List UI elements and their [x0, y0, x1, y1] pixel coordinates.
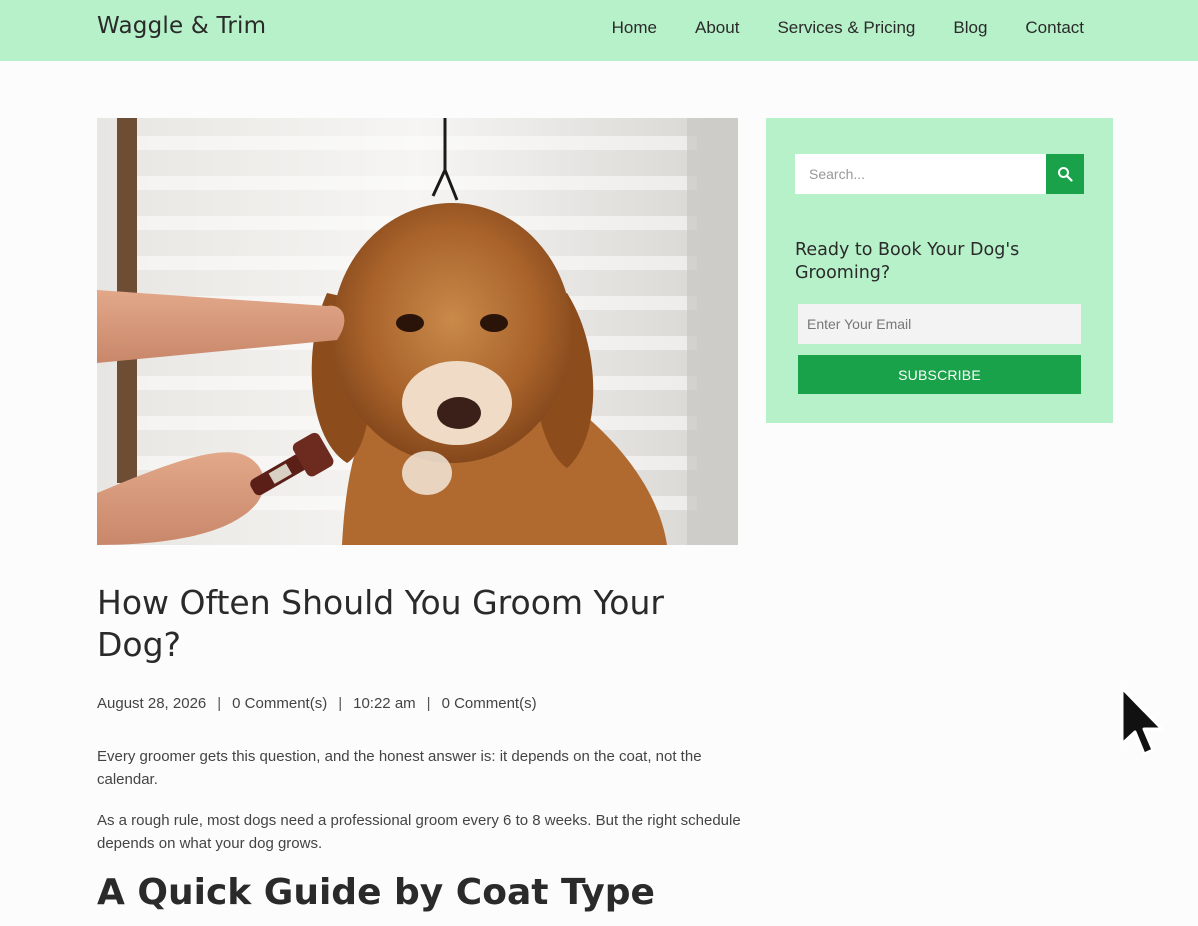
post-comments-link[interactable]: 0 Comment(s) [232, 695, 327, 712]
featured-image-dog-grooming [97, 118, 738, 545]
nav-about[interactable]: About [695, 18, 739, 38]
nav-home[interactable]: Home [612, 18, 657, 38]
nav-services-pricing[interactable]: Services & Pricing [777, 18, 915, 38]
post-paragraph: As a rough rule, most dogs need a profes… [97, 812, 741, 852]
post-date: August 28, 2026 [97, 695, 207, 712]
meta-separator: | [426, 695, 431, 712]
booking-heading: Ready to Book Your Dog's Grooming? [795, 240, 1020, 283]
search-input[interactable] [795, 154, 1047, 194]
main-nav: Home About Services & Pricing Blog Conta… [612, 18, 1084, 38]
subscribe-button[interactable]: SUBSCRIBE [798, 355, 1081, 394]
mouse-pointer-icon [1120, 686, 1164, 756]
nav-contact[interactable]: Contact [1025, 18, 1084, 38]
post-comments-link[interactable]: 0 Comment(s) [442, 695, 537, 712]
site-header: Waggle & Trim Home About Services & Pric… [0, 0, 1198, 61]
post-paragraph: Every groomer gets this question, and th… [97, 748, 702, 788]
site-logo[interactable]: Waggle & Trim [97, 13, 266, 39]
post-time: 10:22 am [353, 695, 416, 712]
email-field[interactable] [798, 304, 1081, 344]
search-icon [1058, 167, 1073, 182]
sidebar-widget: Ready to Book Your Dog's Grooming? SUBSC… [766, 118, 1113, 423]
search-button[interactable] [1046, 154, 1084, 194]
meta-separator: | [338, 695, 343, 712]
post-meta: August 28, 2026 | 0 Comment(s) | 10:22 a… [97, 695, 537, 712]
section-heading: A Quick Guide by Coat Type [97, 872, 655, 913]
post-title: How Often Should You Groom Your Dog? [97, 583, 664, 664]
nav-blog[interactable]: Blog [953, 18, 987, 38]
meta-separator: | [217, 695, 222, 712]
